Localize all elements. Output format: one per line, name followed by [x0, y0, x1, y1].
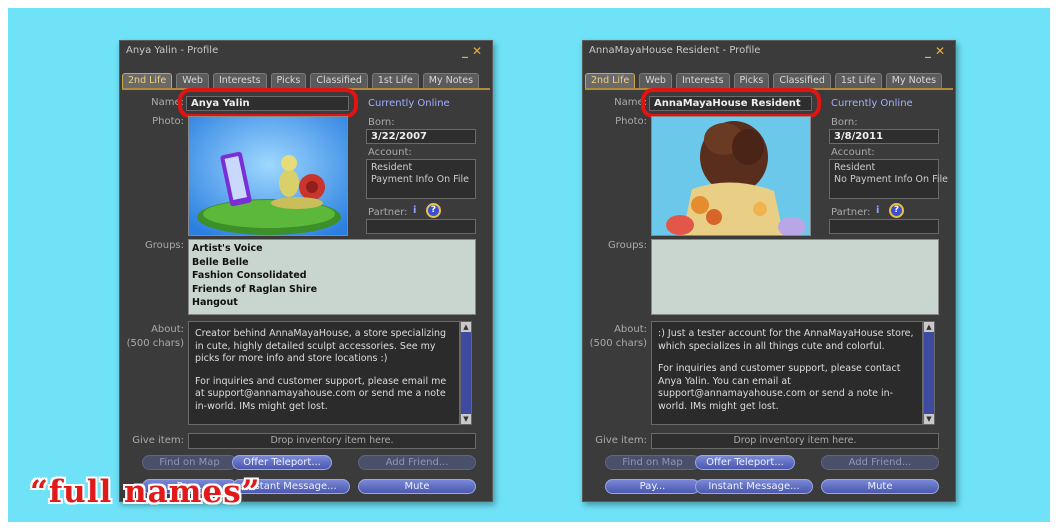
instant-message-button[interactable]: Instant Message... [695, 479, 813, 494]
about-text[interactable]: :) Just a tester account for the AnnaMay… [651, 321, 923, 425]
profile-photo[interactable] [188, 116, 348, 236]
born-label: Born: [368, 117, 395, 128]
about-char-limit: (500 chars) [589, 338, 647, 349]
highlight-ring [641, 88, 821, 118]
close-icon[interactable]: ✕ [472, 44, 486, 58]
scroll-up-icon[interactable]: ▲ [924, 322, 934, 332]
account-type: Resident [371, 162, 413, 173]
find-on-map-button[interactable]: Find on Map [605, 455, 700, 470]
account-box: Resident Payment Info On File [366, 159, 476, 199]
groups-list[interactable] [651, 239, 939, 315]
group-item[interactable]: Artist's Voice [192, 242, 472, 256]
profile-tabs: 2nd Life Web Interests Picks Classified … [122, 73, 483, 88]
name-label: Name: [614, 97, 647, 108]
tab-web[interactable]: Web [176, 73, 209, 88]
scroll-down-icon[interactable]: ▼ [461, 414, 471, 424]
partner-field [366, 219, 476, 234]
born-field: 3/8/2011 [829, 129, 939, 144]
about-label: About: [151, 324, 184, 335]
about-scrollbar[interactable]: ▲ ▼ [460, 321, 472, 425]
tab-1st-life[interactable]: 1st Life [834, 73, 882, 88]
minimize-icon[interactable]: _ [925, 44, 935, 58]
groups-list[interactable]: Artist's Voice Belle Belle Fashion Conso… [188, 239, 476, 315]
tab-2nd-life[interactable]: 2nd Life [122, 73, 173, 88]
give-item-label: Give item: [595, 435, 647, 446]
online-status: Currently Online [831, 98, 913, 109]
account-label: Account: [368, 147, 412, 158]
profile-tabs: 2nd Life Web Interests Picks Classified … [585, 73, 946, 88]
group-item[interactable]: Friends of Raglan Shire [192, 283, 472, 297]
mute-button[interactable]: Mute [821, 479, 939, 494]
tab-1st-life[interactable]: 1st Life [371, 73, 419, 88]
info-icon[interactable]: i [876, 205, 879, 216]
about-paragraph: For inquiries and customer support, plea… [195, 375, 447, 412]
window-title[interactable]: AnnaMayaHouse Resident - Profile [583, 41, 955, 61]
close-icon[interactable]: ✕ [935, 44, 949, 58]
name-label: Name: [151, 97, 184, 108]
tab-my-notes[interactable]: My Notes [422, 73, 480, 88]
group-item[interactable]: Belle Belle [192, 256, 472, 270]
window-controls: _✕ [462, 41, 486, 61]
photo-label: Photo: [152, 116, 184, 127]
tab-web[interactable]: Web [639, 73, 672, 88]
about-paragraph: For inquiries and customer support, plea… [658, 363, 901, 412]
give-item-dropzone[interactable]: Drop inventory item here. [651, 433, 939, 449]
tab-picks[interactable]: Picks [733, 73, 770, 88]
about-text[interactable]: Creator behind AnnaMayaHouse, a store sp… [188, 321, 460, 425]
photo-label: Photo: [615, 116, 647, 127]
help-icon[interactable]: ? [889, 203, 904, 218]
help-icon[interactable]: ? [426, 203, 441, 218]
profile-photo[interactable] [651, 116, 811, 236]
online-status: Currently Online [368, 98, 450, 109]
add-friend-button[interactable]: Add Friend... [358, 455, 476, 470]
minimize-icon[interactable]: _ [462, 44, 472, 58]
born-field: 3/22/2007 [366, 129, 476, 144]
group-item[interactable]: Hangout [192, 296, 472, 310]
groups-label: Groups: [607, 240, 647, 251]
give-item-dropzone[interactable]: Drop inventory item here. [188, 433, 476, 449]
tab-picks[interactable]: Picks [270, 73, 307, 88]
info-icon[interactable]: i [413, 205, 416, 216]
window-title[interactable]: Anya Yalin - Profile [120, 41, 492, 61]
partner-label: Partner: [368, 207, 408, 218]
offer-teleport-button[interactable]: Offer Teleport... [232, 455, 332, 470]
highlight-ring [178, 88, 358, 118]
tab-2nd-life[interactable]: 2nd Life [585, 73, 636, 88]
give-item-label: Give item: [132, 435, 184, 446]
scroll-down-icon[interactable]: ▼ [924, 414, 934, 424]
tab-classified[interactable]: Classified [310, 73, 368, 88]
partner-field [829, 219, 939, 234]
tab-classified[interactable]: Classified [773, 73, 831, 88]
pay-button[interactable]: Pay... [605, 479, 700, 494]
window-controls: _✕ [925, 41, 949, 61]
profile-window-left: Anya Yalin - Profile _✕ 2nd Life Web Int… [119, 40, 493, 502]
account-box: Resident No Payment Info On File [829, 159, 948, 199]
about-label: About: [614, 324, 647, 335]
caption-full-names: “full names” [30, 474, 261, 510]
profile-window-right: AnnaMayaHouse Resident - Profile _✕ 2nd … [582, 40, 956, 502]
tab-my-notes[interactable]: My Notes [885, 73, 943, 88]
groups-label: Groups: [144, 240, 184, 251]
partner-label: Partner: [831, 207, 871, 218]
group-item[interactable]: Fashion Consolidated [192, 269, 472, 283]
about-scrollbar[interactable]: ▲ ▼ [923, 321, 935, 425]
mute-button[interactable]: Mute [358, 479, 476, 494]
offer-teleport-button[interactable]: Offer Teleport... [695, 455, 795, 470]
about-paragraph: :) Just a tester account for the AnnaMay… [658, 328, 914, 352]
account-label: Account: [831, 147, 875, 158]
add-friend-button[interactable]: Add Friend... [821, 455, 939, 470]
payment-info: Payment Info On File [371, 174, 470, 185]
about-paragraph: Creator behind AnnaMayaHouse, a store sp… [195, 328, 447, 365]
born-label: Born: [831, 117, 858, 128]
tab-interests[interactable]: Interests [675, 73, 730, 88]
scroll-up-icon[interactable]: ▲ [461, 322, 471, 332]
tab-interests[interactable]: Interests [212, 73, 267, 88]
payment-info: No Payment Info On File [834, 174, 948, 185]
about-char-limit: (500 chars) [126, 338, 184, 349]
account-type: Resident [834, 162, 876, 173]
find-on-map-button[interactable]: Find on Map [142, 455, 237, 470]
